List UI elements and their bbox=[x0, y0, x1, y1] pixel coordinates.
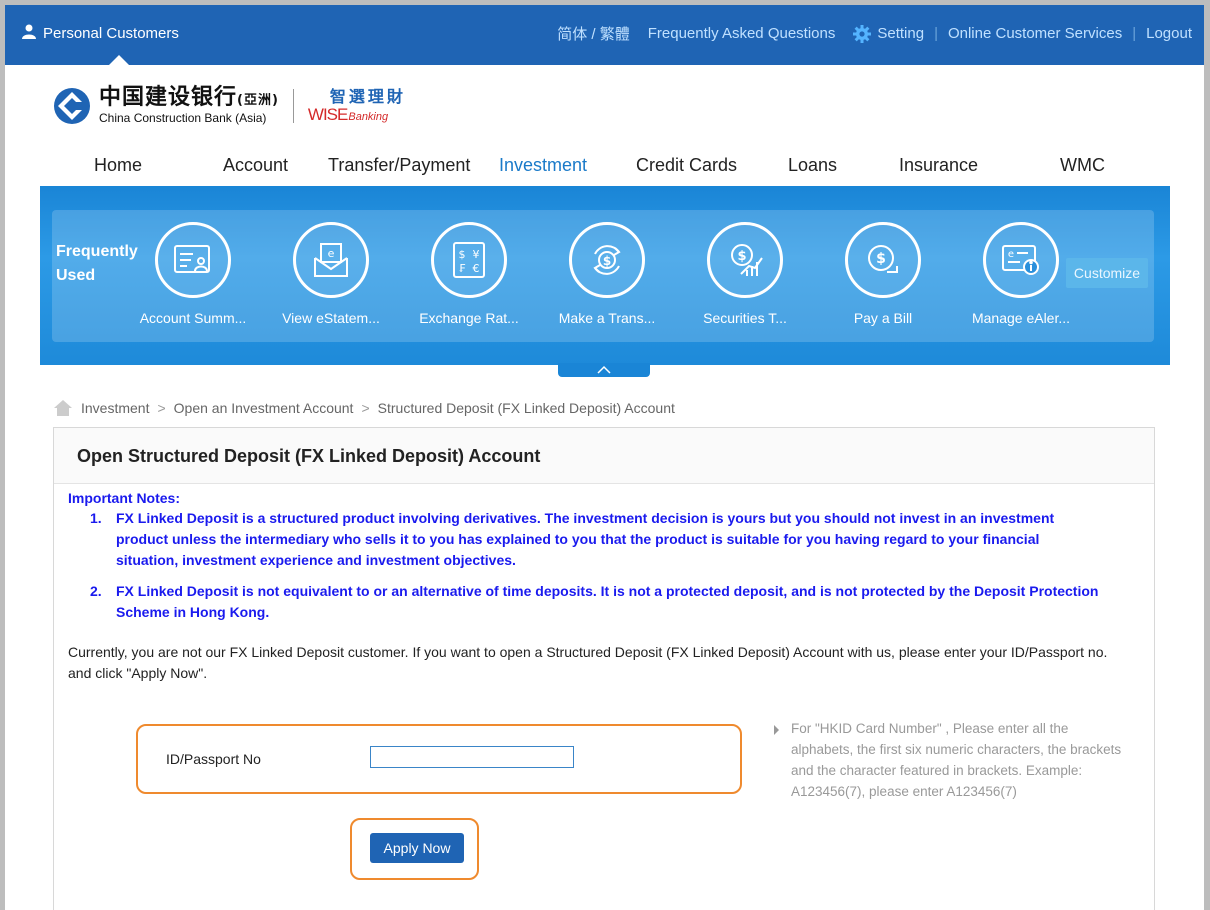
wise-en: WISE bbox=[307, 104, 348, 124]
nav-account[interactable]: Account bbox=[223, 155, 288, 176]
ealert-icon: e bbox=[983, 222, 1059, 298]
shortcut-make-transfer[interactable]: $ Make a Trans... bbox=[548, 222, 666, 326]
hkid-hint: For "HKID Card Number" , Please enter al… bbox=[774, 718, 1124, 802]
nav-investment[interactable]: Investment bbox=[499, 155, 587, 176]
id-passport-highlight: ID/Passport No bbox=[136, 724, 742, 794]
customer-status-text: Currently, you are not our FX Linked Dep… bbox=[68, 644, 1108, 681]
shortcut-pay-bill[interactable]: $ Pay a Bill bbox=[824, 222, 942, 326]
svg-text:€: € bbox=[473, 262, 480, 275]
exchange-rate-icon: $ ¥ ₣ € bbox=[431, 222, 507, 298]
transfer-icon: $ bbox=[569, 222, 645, 298]
nav-credit-cards[interactable]: Credit Cards bbox=[636, 155, 737, 176]
svg-text:e: e bbox=[328, 247, 335, 260]
bank-name-cn-suffix: (亞洲) bbox=[237, 93, 279, 108]
language-switch-link[interactable]: 简体 / 繁體 bbox=[557, 23, 630, 44]
user-icon bbox=[21, 23, 37, 43]
note-number: 2. bbox=[90, 583, 102, 599]
bank-name: 中国建设银行(亞洲) China Construction Bank (Asia… bbox=[99, 87, 279, 125]
hkid-hint-text: For "HKID Card Number" , Please enter al… bbox=[791, 721, 1122, 799]
svg-text:₣: ₣ bbox=[459, 262, 466, 275]
personal-customers-label: Personal Customers bbox=[43, 24, 179, 42]
shortcut-account-summary[interactable]: Account Summ... bbox=[134, 222, 252, 326]
browser-page: Personal Customers 简体 / 繁體 Frequently As… bbox=[5, 5, 1204, 910]
note-text: FX Linked Deposit is not equivalent to o… bbox=[116, 583, 1099, 620]
svg-text:$: $ bbox=[737, 249, 746, 264]
shortcut-label: Account Summ... bbox=[139, 310, 247, 326]
active-indicator bbox=[109, 55, 129, 65]
divider: | bbox=[1132, 25, 1137, 42]
breadcrumb-current: Structured Deposit (FX Linked Deposit) A… bbox=[377, 400, 675, 416]
wise-cn: 智選理財 bbox=[329, 86, 406, 106]
ccb-logo-icon bbox=[53, 87, 91, 125]
svg-text:$: $ bbox=[603, 254, 611, 268]
gear-icon[interactable] bbox=[853, 24, 872, 43]
shortcut-manage-ealert[interactable]: e Manage eAler... bbox=[962, 222, 1080, 326]
frequently-used-banner: Frequently Used Account Summ... e View e… bbox=[40, 186, 1170, 365]
breadcrumb-open-investment-account[interactable]: Open an Investment Account bbox=[174, 400, 354, 416]
frequently-used-panel: Frequently Used Account Summ... e View e… bbox=[52, 210, 1154, 342]
shortcut-view-estatement[interactable]: e View eStatem... bbox=[272, 222, 390, 326]
nav-wmc[interactable]: WMC bbox=[1060, 155, 1105, 176]
shortcut-label: Make a Trans... bbox=[558, 310, 656, 326]
page-title: Open Structured Deposit (FX Linked Depos… bbox=[77, 446, 541, 466]
frequently-used-title: Frequently Used bbox=[56, 243, 138, 284]
main-nav: Home Account Transfer/Payment Investment… bbox=[5, 155, 1204, 177]
bank-name-cn: 中国建设银行 bbox=[99, 85, 238, 110]
customize-button[interactable]: Customize bbox=[1066, 258, 1148, 288]
shortcut-securities[interactable]: $ Securities T... bbox=[686, 222, 804, 326]
svg-text:$: $ bbox=[876, 251, 886, 267]
divider: | bbox=[934, 25, 938, 42]
account-summary-icon bbox=[155, 222, 231, 298]
breadcrumb-separator: > bbox=[361, 400, 370, 416]
note-text: FX Linked Deposit is a structured produc… bbox=[116, 510, 1055, 568]
wise-sub: Banking bbox=[348, 110, 389, 123]
shortcut-label: Pay a Bill bbox=[853, 310, 913, 326]
collapse-banner-button[interactable] bbox=[558, 363, 650, 377]
securities-icon: $ bbox=[707, 222, 783, 298]
faq-link[interactable]: Frequently Asked Questions bbox=[648, 25, 836, 42]
apply-now-highlight: Apply Now bbox=[350, 818, 479, 880]
setting-link[interactable]: Setting bbox=[877, 25, 924, 42]
nav-home[interactable]: Home bbox=[94, 155, 142, 176]
nav-insurance[interactable]: Insurance bbox=[899, 155, 978, 176]
top-links: 简体 / 繁體 Frequently Asked Questions Setti… bbox=[557, 23, 1192, 44]
estatement-icon: e bbox=[293, 222, 369, 298]
wise-banking-logo: 智選理財 WISE Banking bbox=[308, 88, 406, 125]
important-note: 2. FX Linked Deposit is not equivalent t… bbox=[90, 581, 1100, 623]
home-icon[interactable] bbox=[53, 399, 73, 417]
breadcrumb: Investment > Open an Investment Account … bbox=[53, 399, 675, 417]
shortcut-label: Exchange Rat... bbox=[419, 310, 519, 326]
id-passport-input[interactable] bbox=[370, 746, 574, 768]
personal-customers-link[interactable]: Personal Customers bbox=[21, 23, 179, 43]
svg-text:¥: ¥ bbox=[473, 248, 480, 261]
important-note: 1. FX Linked Deposit is a structured pro… bbox=[90, 508, 1100, 571]
shortcut-label: Manage eAler... bbox=[971, 310, 1071, 326]
chevron-up-icon bbox=[596, 365, 612, 377]
bank-logo[interactable]: 中国建设银行(亞洲) China Construction Bank (Asia… bbox=[53, 87, 406, 125]
svg-text:$: $ bbox=[459, 248, 466, 261]
id-passport-label: ID/Passport No bbox=[166, 751, 261, 767]
shortcut-exchange-rate[interactable]: $ ¥ ₣ € Exchange Rat... bbox=[410, 222, 528, 326]
logout-link[interactable]: Logout bbox=[1146, 25, 1192, 42]
apply-now-button[interactable]: Apply Now bbox=[370, 833, 464, 863]
breadcrumb-investment[interactable]: Investment bbox=[81, 400, 149, 416]
nav-loans[interactable]: Loans bbox=[788, 155, 837, 176]
pay-bill-icon: $ bbox=[845, 222, 921, 298]
shortcut-label: View eStatem... bbox=[282, 310, 380, 326]
online-customer-services-link[interactable]: Online Customer Services bbox=[948, 25, 1122, 42]
breadcrumb-separator: > bbox=[157, 400, 166, 416]
shortcut-label: Securities T... bbox=[703, 310, 787, 326]
nav-transfer-payment[interactable]: Transfer/Payment bbox=[328, 155, 470, 176]
top-bar: Personal Customers 简体 / 繁體 Frequently As… bbox=[5, 5, 1204, 65]
logo-divider bbox=[292, 89, 294, 123]
important-notes-title: Important Notes: bbox=[68, 490, 180, 506]
bank-name-en: China Construction Bank (Asia) bbox=[99, 111, 267, 125]
svg-text:e: e bbox=[1008, 249, 1014, 260]
open-account-panel: Open Structured Deposit (FX Linked Depos… bbox=[53, 427, 1155, 910]
note-number: 1. bbox=[90, 510, 102, 526]
